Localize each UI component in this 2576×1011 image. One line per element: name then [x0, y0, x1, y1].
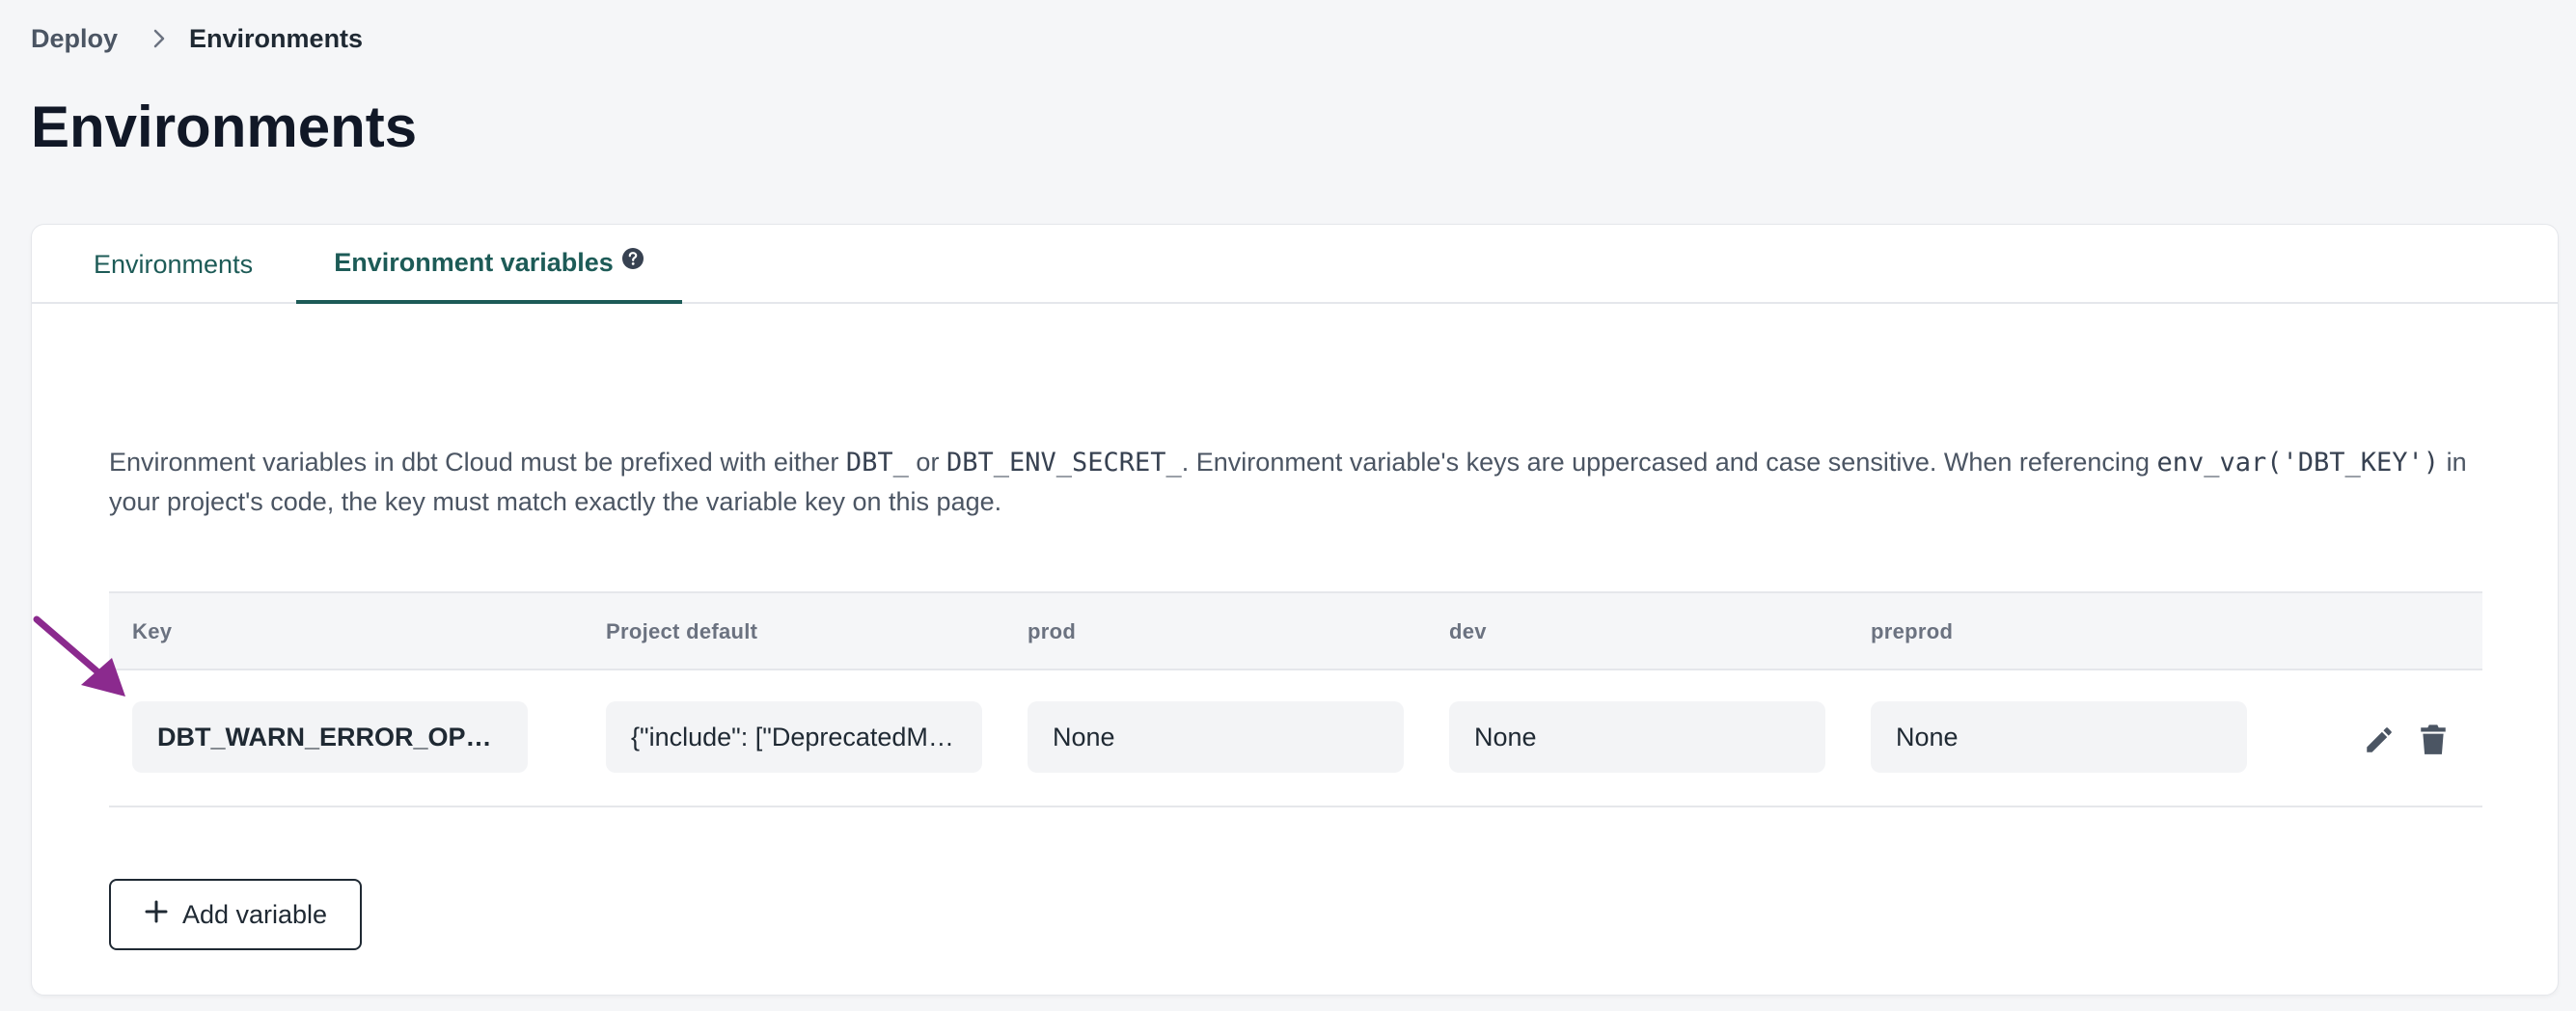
table-header: Key Project default prod dev preprod	[109, 591, 2482, 670]
env-var-description: Environment variables in dbt Cloud must …	[109, 443, 2482, 522]
page-title: Environments	[31, 95, 418, 159]
env-var-function-code: env_var('DBT_KEY')	[2156, 448, 2440, 478]
trash-icon[interactable]	[2414, 721, 2453, 759]
description-text: Environment variables in dbt Cloud must …	[109, 448, 846, 477]
variable-key: DBT_WARN_ERROR_OPTIONS	[157, 722, 503, 751]
breadcrumb-deploy-link[interactable]: Deploy	[31, 24, 118, 54]
preprod-value: None	[1896, 722, 1959, 751]
tab-environment-variables-label: Environment variables	[334, 247, 614, 277]
arrow-annotation-icon	[33, 615, 125, 697]
prod-value: None	[1053, 722, 1115, 751]
project-default-cell[interactable]: {"include": ["DeprecatedM…	[606, 701, 982, 773]
tab-environments-label: Environments	[94, 249, 254, 279]
column-header-preprod: preprod	[1871, 619, 1954, 643]
tab-environment-variables[interactable]: Environment variables	[296, 225, 682, 304]
column-header-project-default: Project default	[606, 619, 758, 643]
column-header-prod: prod	[1028, 619, 1077, 643]
add-variable-label: Add variable	[181, 899, 328, 929]
project-default-value: {"include": ["DeprecatedM…	[631, 722, 954, 751]
prefix-code: DBT_	[845, 448, 909, 478]
pencil-icon[interactable]	[2360, 721, 2398, 759]
env-var-table: Key Project default prod dev preprod DBT…	[109, 591, 2482, 807]
dev-value-cell[interactable]: None	[1449, 701, 1825, 773]
preprod-value-cell[interactable]: None	[1871, 701, 2247, 773]
description-text: . Environment variable's keys are upperc…	[1181, 448, 2157, 477]
dev-value: None	[1474, 722, 1537, 751]
question-circle-icon[interactable]	[621, 247, 644, 270]
tab-bar: Environments Environment variables	[32, 225, 2558, 304]
tab-environments[interactable]: Environments	[94, 225, 253, 304]
table-row: DBT_WARN_ERROR_OPTIONS {"include": ["Dep…	[109, 670, 2482, 807]
breadcrumb-current: Environments	[189, 23, 364, 53]
environments-card: Environments Environment variables Envir…	[31, 224, 2559, 996]
plus-icon	[144, 899, 169, 931]
secret-prefix-code: DBT_ENV_SECRET_	[945, 448, 1182, 478]
description-text: or	[908, 448, 946, 477]
prod-value-cell[interactable]: None	[1028, 701, 1404, 773]
breadcrumb: Deploy Environments	[31, 21, 363, 56]
variable-key-cell[interactable]: DBT_WARN_ERROR_OPTIONS	[132, 701, 528, 773]
column-header-dev: dev	[1449, 619, 1487, 643]
chevron-right-icon	[152, 28, 166, 49]
add-variable-button[interactable]: Add variable	[109, 879, 362, 950]
